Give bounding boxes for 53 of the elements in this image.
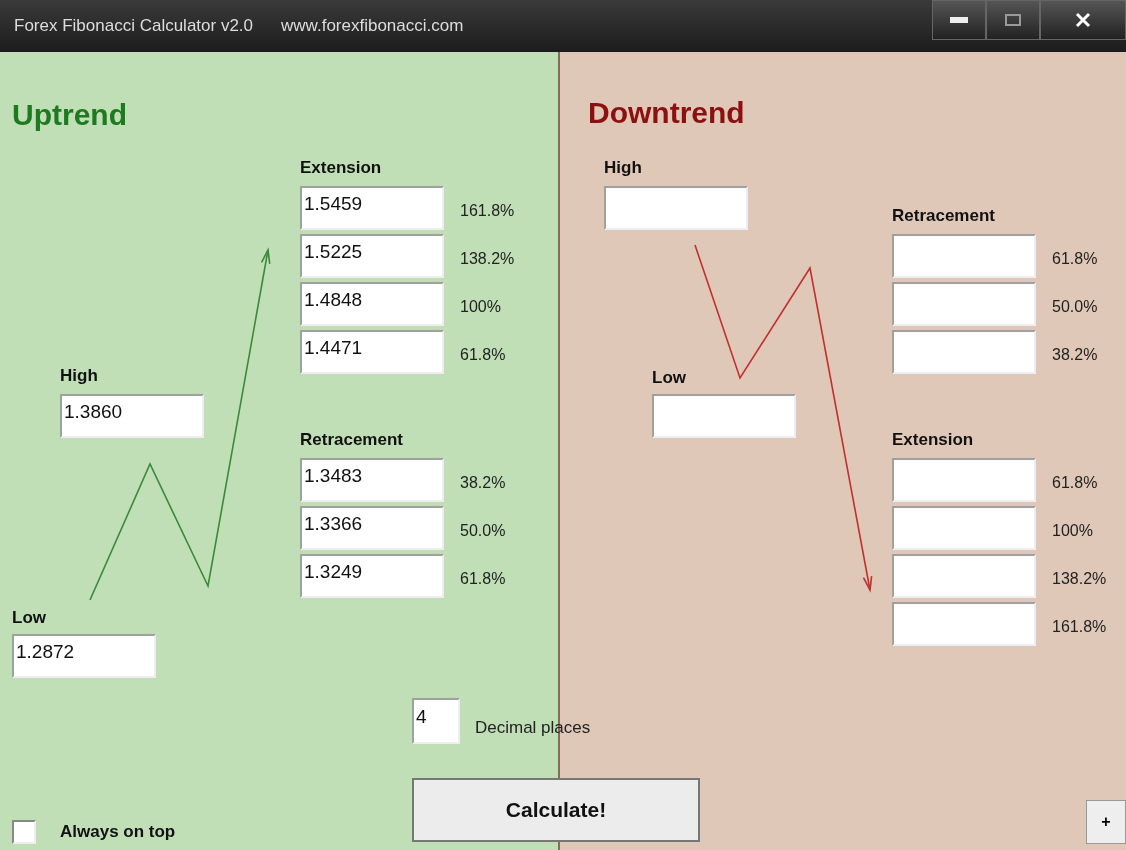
- percent-label: 138.2%: [460, 250, 515, 268]
- maximize-icon[interactable]: [986, 0, 1040, 40]
- percent-label: 38.2%: [1052, 346, 1098, 364]
- percent-label: 61.8%: [460, 570, 506, 588]
- percent-label: 61.8%: [1052, 474, 1098, 492]
- percent-label: 61.8%: [1052, 250, 1098, 268]
- field-label: Extension: [300, 158, 382, 178]
- percent-label: 38.2%: [460, 474, 506, 492]
- percent-label: 50.0%: [460, 522, 506, 540]
- input-field[interactable]: 1.2872: [12, 634, 156, 678]
- field-label: Retracement: [892, 206, 995, 226]
- website-url: www.forexfibonacci.com: [281, 16, 464, 36]
- input-field[interactable]: [892, 282, 1036, 326]
- percent-label: 100%: [1052, 522, 1093, 540]
- percent-label: 138.2%: [1052, 570, 1107, 588]
- field-label: Low: [652, 368, 686, 388]
- field-label: High: [60, 366, 98, 386]
- input-field[interactable]: 1.3860: [60, 394, 204, 438]
- input-field[interactable]: 1.4471: [300, 330, 444, 374]
- field-label: High: [604, 158, 642, 178]
- calculate-button[interactable]: Calculate!: [412, 778, 700, 842]
- checkbox[interactable]: [12, 820, 36, 844]
- input-field[interactable]: [892, 602, 1036, 646]
- input-field[interactable]: [892, 506, 1036, 550]
- input-field[interactable]: [892, 234, 1036, 278]
- section-title: Downtrend: [588, 96, 745, 130]
- input-field[interactable]: [652, 394, 796, 438]
- input-field[interactable]: 4: [412, 698, 460, 744]
- percent-label: 161.8%: [460, 202, 515, 220]
- input-field[interactable]: [892, 554, 1036, 598]
- field-label: Extension: [892, 430, 974, 450]
- input-field[interactable]: 1.4848: [300, 282, 444, 326]
- input-field[interactable]: 1.5459: [300, 186, 444, 230]
- input-field[interactable]: 1.3366: [300, 506, 444, 550]
- input-field[interactable]: 1.5225: [300, 234, 444, 278]
- decimal-places-label: Decimal places: [475, 718, 591, 738]
- input-field[interactable]: [892, 330, 1036, 374]
- percent-label: 161.8%: [1052, 618, 1107, 636]
- section-title: Uptrend: [12, 98, 127, 132]
- input-field[interactable]: [892, 458, 1036, 502]
- percent-label: 100%: [460, 298, 501, 316]
- input-field[interactable]: 1.3249: [300, 554, 444, 598]
- close-icon[interactable]: [1040, 0, 1126, 40]
- window-title: Forex Fibonacci Calculator v2.0: [14, 16, 254, 36]
- field-label: Low: [12, 608, 46, 628]
- input-field[interactable]: [604, 186, 748, 230]
- checkbox-label: Always on top: [60, 822, 176, 842]
- percent-label: 50.0%: [1052, 298, 1098, 316]
- input-field[interactable]: 1.3483: [300, 458, 444, 502]
- field-label: Retracement: [300, 430, 403, 450]
- expand-button[interactable]: +: [1086, 800, 1126, 844]
- percent-label: 61.8%: [460, 346, 506, 364]
- minimize-icon[interactable]: [932, 0, 986, 40]
